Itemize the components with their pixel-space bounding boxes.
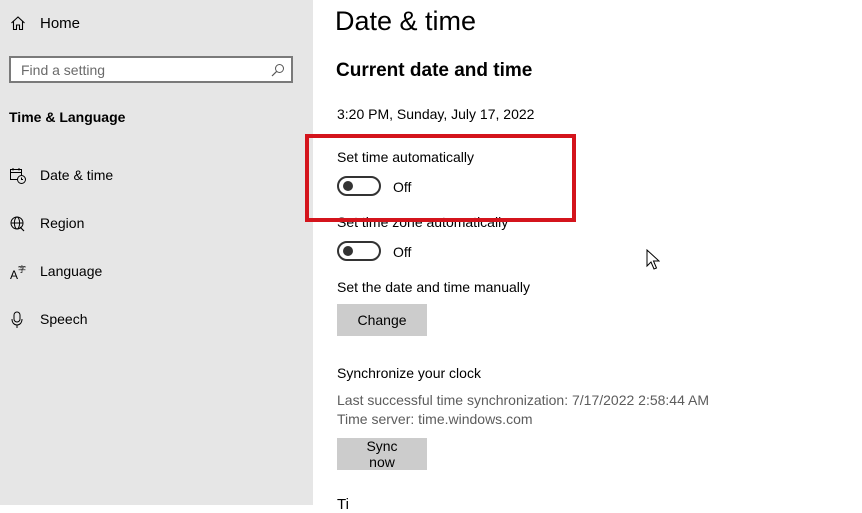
calendar-clock-icon bbox=[10, 168, 26, 184]
search-box[interactable] bbox=[9, 56, 293, 83]
sidebar-item-speech[interactable]: Speech bbox=[0, 302, 313, 338]
manual-date-time-label: Set the date and time manually bbox=[337, 279, 531, 295]
set-timezone-auto-state: Off bbox=[393, 244, 412, 260]
sync-clock-heading: Synchronize your clock bbox=[337, 365, 481, 381]
sync-now-button[interactable]: Sync now bbox=[337, 438, 427, 470]
sidebar-item-label: Region bbox=[40, 215, 85, 231]
current-datetime-value: 3:20 PM, Sunday, July 17, 2022 bbox=[337, 106, 535, 122]
home-icon bbox=[11, 16, 25, 31]
sidebar: Home Time & Language Date & time Region bbox=[0, 0, 313, 505]
sidebar-item-label: Language bbox=[40, 263, 103, 279]
last-sync-text: Last successful time synchronization: 7/… bbox=[337, 392, 709, 408]
microphone-icon bbox=[11, 311, 23, 328]
sidebar-item-region[interactable]: Region bbox=[0, 206, 313, 242]
toggle-knob bbox=[343, 246, 353, 256]
section-title: Time & Language bbox=[9, 109, 126, 125]
home-link[interactable]: Home bbox=[0, 8, 313, 40]
sidebar-item-date-time[interactable]: Date & time bbox=[0, 158, 313, 194]
page-title: Date & time bbox=[335, 6, 477, 36]
toggle-knob bbox=[343, 181, 353, 191]
globe-icon bbox=[10, 216, 25, 232]
search-icon[interactable] bbox=[271, 63, 285, 77]
current-date-time-heading: Current date and time bbox=[336, 60, 533, 81]
svg-text:A: A bbox=[10, 268, 18, 281]
main-content: Date & time Current date and time 3:20 P… bbox=[313, 0, 862, 513]
svg-text:字: 字 bbox=[18, 264, 26, 274]
sidebar-item-label: Date & time bbox=[40, 167, 114, 183]
set-timezone-auto-label: Set time zone automatically bbox=[337, 214, 509, 230]
language-icon: A 字 bbox=[10, 264, 26, 281]
time-server-text: Time server: time.windows.com bbox=[337, 411, 533, 427]
home-label: Home bbox=[40, 15, 81, 32]
set-time-auto-toggle[interactable] bbox=[337, 176, 381, 196]
set-timezone-auto-toggle[interactable] bbox=[337, 241, 381, 261]
sidebar-item-label: Speech bbox=[40, 311, 88, 327]
search-input[interactable] bbox=[11, 58, 271, 81]
change-button[interactable]: Change bbox=[337, 304, 427, 336]
set-time-auto-state: Off bbox=[393, 179, 412, 195]
set-time-auto-label: Set time automatically bbox=[337, 149, 474, 165]
sidebar-item-language[interactable]: A 字 Language bbox=[0, 254, 313, 290]
